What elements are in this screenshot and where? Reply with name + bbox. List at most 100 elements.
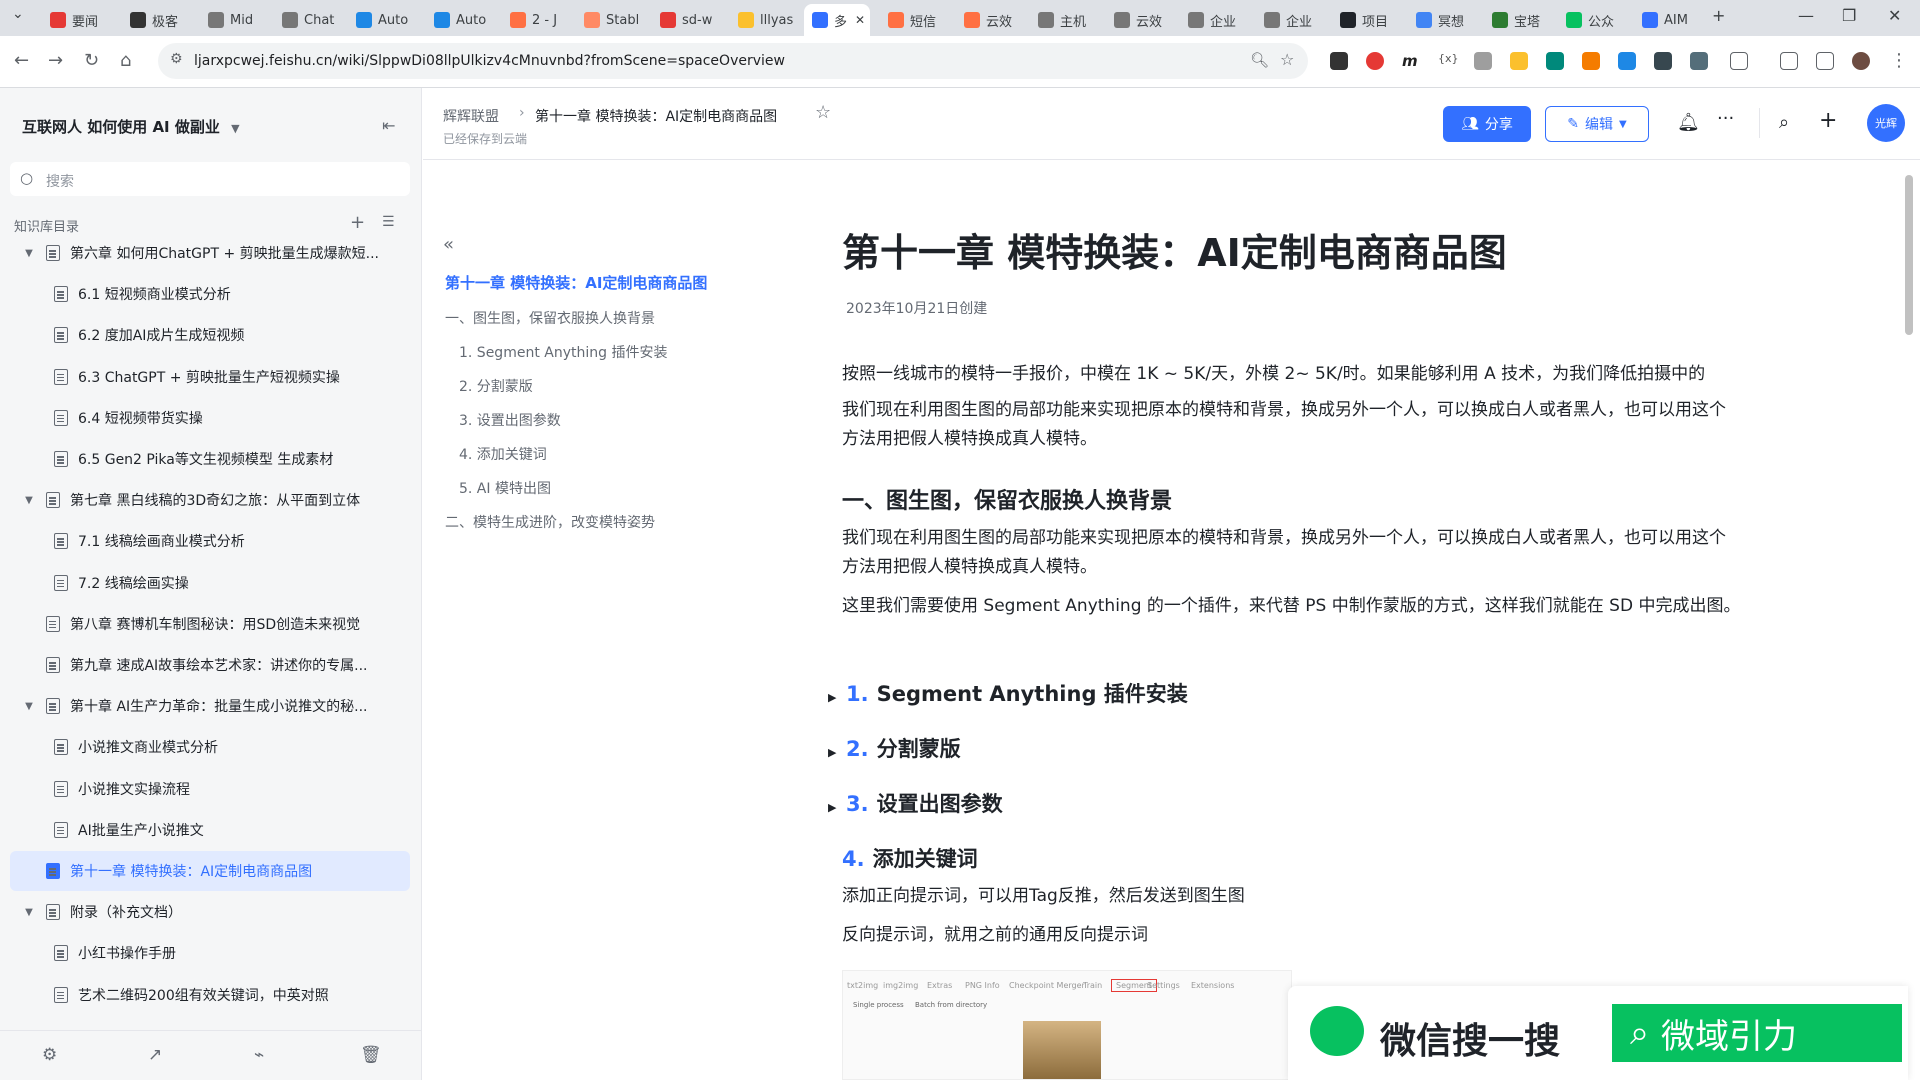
expand-toggle-icon[interactable]: ▼ <box>22 907 36 918</box>
collapsible-heading[interactable]: ▶ 3. 设置出图参数 <box>828 788 1003 818</box>
back-icon[interactable]: ← <box>14 50 29 71</box>
sidebar-search[interactable]: ○ 搜索 <box>10 162 410 196</box>
close-window-icon[interactable]: ✕ <box>1888 6 1901 25</box>
browser-tab[interactable]: 多 ✕ <box>804 4 870 36</box>
sidebar-tree-item[interactable]: 6.1 短视频商业模式分析 <box>10 274 410 314</box>
extension-icon[interactable] <box>1618 52 1636 70</box>
sidebar-tree-item[interactable]: 6.3 ChatGPT + 剪映批量生产短视频实操 <box>10 357 410 397</box>
browser-tab[interactable]: 公众 <box>1558 4 1628 36</box>
extension-icon[interactable] <box>1366 52 1384 70</box>
browser-tab[interactable]: Auto <box>348 4 418 36</box>
sidebar-tree-item[interactable]: ▼ 附录（补充文档） <box>10 892 410 932</box>
collapse-outline-icon[interactable]: « <box>443 234 454 255</box>
outline-item[interactable]: 第十一章 模特换装：AI定制电商商品图 <box>445 272 707 293</box>
sidebar-tree-item[interactable]: 小红书操作手册 <box>10 933 410 973</box>
trash-icon[interactable]: 🗑︎ <box>360 1045 382 1065</box>
search-icon[interactable]: ⌕ <box>1779 112 1789 133</box>
sidebar-tree-item[interactable]: 6.2 度加AI成片生成短视频 <box>10 315 410 355</box>
outline-item[interactable]: 1. Segment Anything 插件安装 <box>459 342 667 362</box>
sidebar-tree-item[interactable]: 第九章 速成AI故事绘本艺术家：讲述你的专属... <box>10 645 410 685</box>
sidebar-tree-item[interactable]: ▼ 第七章 黑白线稿的3D奇幻之旅：从平面到立体 <box>10 480 410 520</box>
restore-icon[interactable]: ❐ <box>1842 6 1856 25</box>
tree-options-icon[interactable]: ☰ <box>382 214 395 230</box>
sidebar-tree-item[interactable]: 小说推文商业模式分析 <box>10 727 410 767</box>
browser-tab[interactable]: Stabl <box>576 4 646 36</box>
sidebar-tree-item[interactable]: 7.1 线稿绘画商业模式分析 <box>10 521 410 561</box>
browser-tab[interactable]: lllyas <box>730 4 800 36</box>
camera-extension-icon[interactable] <box>1474 52 1492 70</box>
extension-icon[interactable] <box>1546 52 1564 70</box>
breadcrumb-root[interactable]: 辉辉联盟 <box>443 106 499 126</box>
browser-tab[interactable]: Mid <box>200 4 270 36</box>
caret-right-icon[interactable]: ▶ <box>828 746 838 759</box>
collapsible-heading[interactable]: ▶ 2. 分割蒙版 <box>828 733 961 763</box>
create-new-icon[interactable]: + <box>1819 108 1837 133</box>
sidebar-tree-item[interactable]: AI批量生产小说推文 <box>10 810 410 850</box>
extension-icon[interactable] <box>1690 52 1708 70</box>
close-tab-icon[interactable]: ✕ <box>855 13 865 27</box>
outline-item[interactable]: 二、模特生成进阶，改变模特姿势 <box>445 512 655 532</box>
extension-icon[interactable]: {x} <box>1438 52 1459 70</box>
site-info-icon[interactable]: ⚙ <box>170 51 183 67</box>
bookmark-star-icon[interactable]: ☆ <box>1280 50 1294 69</box>
stats-icon[interactable]: ⌁ <box>254 1045 264 1065</box>
forward-icon[interactable]: → <box>48 50 63 71</box>
new-tab-icon[interactable]: + <box>1712 6 1725 25</box>
zoom-icon[interactable]: 🔍︎ <box>1250 51 1269 69</box>
share-button[interactable]: 👥︎ 分享 <box>1443 106 1531 142</box>
reload-icon[interactable]: ↻ <box>84 50 99 71</box>
browser-tab[interactable]: 短信 <box>880 4 950 36</box>
sidebar-tree-item[interactable]: 艺术二维码200组有效关键词，中英对照 <box>10 975 410 1015</box>
notification-bell-icon[interactable]: 🔔︎ <box>1677 112 1700 133</box>
sidebar-tree-item[interactable]: 第十一章 模特换装：AI定制电商商品图 <box>10 851 410 891</box>
outline-item[interactable]: 一、图生图，保留衣服换人换背景 <box>445 308 655 328</box>
collapsible-heading[interactable]: ▶ 1. Segment Anything 插件安装 <box>828 678 1188 708</box>
tab-search-chevron-icon[interactable]: ⌄ <box>12 6 24 22</box>
side-panel-icon[interactable] <box>1816 52 1834 70</box>
collapse-sidebar-icon[interactable]: ⇤ <box>382 116 395 135</box>
embedded-screenshot[interactable]: txt2img img2img Extras PNG Info Checkpoint M… <box>842 970 1292 1080</box>
sidebar-tree-item[interactable]: 小说推文实操流程 <box>10 769 410 809</box>
sidebar-tree-item[interactable]: 7.2 线稿绘画实操 <box>10 563 410 603</box>
extensions-puzzle-icon[interactable] <box>1730 52 1748 70</box>
expand-toggle-icon[interactable]: ▼ <box>22 248 36 259</box>
favorite-star-icon[interactable]: ☆ <box>815 102 831 123</box>
browser-menu-icon[interactable]: ⋮ <box>1890 50 1908 71</box>
browser-tab[interactable]: 主机 <box>1030 4 1100 36</box>
extension-icon[interactable] <box>1654 52 1672 70</box>
browser-tab[interactable]: 冥想 <box>1408 4 1478 36</box>
add-page-icon[interactable]: + <box>350 212 365 233</box>
address-bar[interactable]: ⚙ ljarxpcwej.feishu.cn/wiki/SlppwDi08llp… <box>158 43 1308 79</box>
edit-button[interactable]: ✎ 编辑 ▼ <box>1545 106 1649 142</box>
browser-tab[interactable]: 2 - J <box>502 4 572 36</box>
minimize-icon[interactable]: — <box>1798 6 1814 25</box>
browser-tab[interactable]: 要闻 <box>42 4 112 36</box>
extension-icon[interactable] <box>1330 52 1348 70</box>
extension-icon[interactable] <box>1510 52 1528 70</box>
avatar[interactable]: 光辉 <box>1867 104 1905 142</box>
browser-tab[interactable]: AIM <box>1634 4 1704 36</box>
browser-tab[interactable]: Chat <box>274 4 344 36</box>
browser-tab[interactable]: 企业 <box>1256 4 1326 36</box>
caret-right-icon[interactable]: ▶ <box>828 801 838 814</box>
sidebar-tree-item[interactable]: 6.4 短视频带货实操 <box>10 398 410 438</box>
browser-tab[interactable]: 宝塔 <box>1484 4 1554 36</box>
caret-right-icon[interactable]: ▶ <box>828 691 838 704</box>
breadcrumb-current[interactable]: 第十一章 模特换装：AI定制电商商品图 <box>535 106 777 126</box>
browser-tab[interactable]: Auto <box>426 4 496 36</box>
sidebar-tree-item[interactable]: ▼ 第六章 如何用ChatGPT + 剪映批量生成爆款短... <box>10 233 410 273</box>
share-out-icon[interactable]: ↗ <box>148 1045 162 1065</box>
browser-tab[interactable]: 企业 <box>1180 4 1250 36</box>
sidebar-tree-item[interactable]: 第八章 赛博机车制图秘诀：用SD创造未来视觉 <box>10 604 410 644</box>
outline-item[interactable]: 5. AI 模特出图 <box>459 478 551 498</box>
browser-tab[interactable]: 极客 <box>122 4 192 36</box>
browser-tab[interactable]: 云效 <box>1106 4 1176 36</box>
expand-toggle-icon[interactable]: ▼ <box>22 701 36 712</box>
space-title[interactable]: 互联网人 如何使用 AI 做副业 ▼ <box>22 116 240 137</box>
more-options-icon[interactable]: ··· <box>1717 108 1734 129</box>
extension-icon[interactable] <box>1582 52 1600 70</box>
extension-icon[interactable]: m <box>1402 52 1420 70</box>
outline-item[interactable]: 3. 设置出图参数 <box>459 410 561 430</box>
browser-tab[interactable]: sd-w <box>652 4 722 36</box>
chevron-down-icon[interactable]: ▼ <box>231 122 239 135</box>
